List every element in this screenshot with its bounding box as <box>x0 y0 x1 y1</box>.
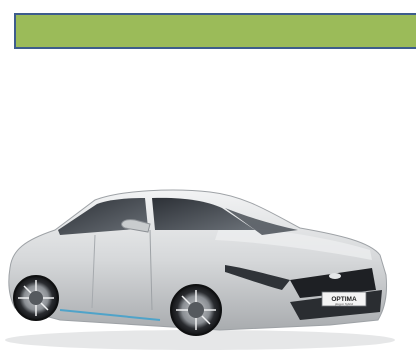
badge-subtext: plug-in hybrid <box>335 302 353 306</box>
header-banner <box>14 13 416 49</box>
car-image: OPTIMA plug-in hybrid <box>5 189 395 350</box>
